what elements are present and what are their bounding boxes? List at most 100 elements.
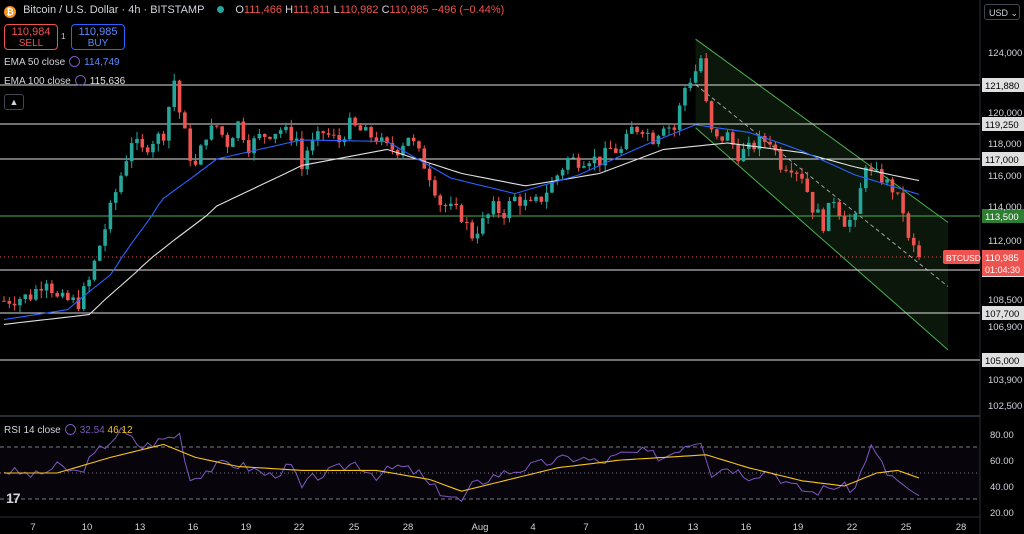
candle-body[interactable] bbox=[427, 168, 432, 181]
candle-body[interactable] bbox=[28, 294, 33, 300]
candle-body[interactable] bbox=[215, 125, 219, 127]
symbol-title[interactable]: Bitcoin / U.S. Dollar · 4h · BITSTAMP bbox=[23, 4, 204, 16]
candle-body[interactable] bbox=[672, 127, 677, 130]
candle-body[interactable] bbox=[284, 126, 288, 131]
candle-body[interactable] bbox=[18, 299, 22, 306]
candle-body[interactable] bbox=[869, 167, 873, 170]
candle-body[interactable] bbox=[417, 141, 421, 149]
candle-body[interactable] bbox=[571, 157, 576, 159]
candle-body[interactable] bbox=[598, 156, 602, 166]
candle-body[interactable] bbox=[837, 202, 842, 216]
candle-body[interactable] bbox=[97, 245, 102, 261]
candle-body[interactable] bbox=[12, 303, 17, 306]
candle-body[interactable] bbox=[566, 158, 570, 170]
candle-body[interactable] bbox=[640, 132, 645, 134]
candle-body[interactable] bbox=[725, 132, 730, 141]
ema50-legend[interactable]: EMA 50 close 114,749 bbox=[4, 56, 120, 68]
candle-body[interactable] bbox=[348, 117, 352, 140]
candle-body[interactable] bbox=[2, 300, 6, 302]
candle-body[interactable] bbox=[885, 179, 889, 183]
candle-body[interactable] bbox=[736, 144, 740, 162]
candle-body[interactable] bbox=[34, 288, 38, 300]
candle-body[interactable] bbox=[911, 237, 916, 246]
candle-body[interactable] bbox=[794, 172, 799, 174]
candle-body[interactable] bbox=[768, 141, 772, 145]
candle-body[interactable] bbox=[443, 205, 448, 207]
candle-body[interactable] bbox=[810, 191, 815, 213]
candle-body[interactable] bbox=[332, 134, 336, 136]
candle-body[interactable] bbox=[693, 71, 698, 83]
candle-body[interactable] bbox=[880, 169, 884, 183]
candle-body[interactable] bbox=[832, 202, 836, 204]
candle-body[interactable] bbox=[539, 196, 544, 202]
candle-body[interactable] bbox=[592, 156, 597, 164]
candle-body[interactable] bbox=[704, 58, 709, 102]
candle-body[interactable] bbox=[71, 297, 75, 301]
candle-body[interactable] bbox=[789, 170, 794, 173]
candle-body[interactable] bbox=[481, 218, 485, 234]
candle-body[interactable] bbox=[544, 192, 549, 202]
visibility-icon[interactable] bbox=[69, 56, 81, 67]
candle-body[interactable] bbox=[236, 121, 240, 139]
candle-body[interactable] bbox=[454, 203, 458, 206]
candle-body[interactable] bbox=[731, 132, 735, 145]
candle-body[interactable] bbox=[87, 279, 91, 287]
candle-body[interactable] bbox=[113, 192, 118, 203]
candle-body[interactable] bbox=[906, 213, 911, 238]
candle-body[interactable] bbox=[209, 125, 214, 140]
candle-body[interactable] bbox=[842, 215, 847, 227]
tradingview-logo[interactable]: 17 bbox=[6, 490, 21, 506]
candle-body[interactable] bbox=[560, 169, 565, 176]
candle-body[interactable] bbox=[108, 202, 113, 230]
candle-body[interactable] bbox=[422, 148, 427, 169]
candle-body[interactable] bbox=[406, 137, 411, 146]
candle-body[interactable] bbox=[103, 229, 107, 246]
candle-body[interactable] bbox=[874, 169, 879, 171]
candle-body[interactable] bbox=[821, 209, 826, 231]
candle-body[interactable] bbox=[257, 133, 262, 139]
candle-body[interactable] bbox=[305, 150, 310, 170]
candle-body[interactable] bbox=[645, 132, 650, 134]
candle-body[interactable] bbox=[44, 283, 49, 291]
candle-body[interactable] bbox=[23, 294, 28, 300]
candle-body[interactable] bbox=[129, 143, 134, 162]
candle-body[interactable] bbox=[491, 201, 496, 215]
candle-body[interactable] bbox=[582, 166, 586, 168]
candle-body[interactable] bbox=[204, 139, 208, 146]
candle-body[interactable] bbox=[135, 138, 139, 144]
candle-body[interactable] bbox=[55, 293, 59, 297]
candle-body[interactable] bbox=[172, 80, 177, 108]
candle-body[interactable] bbox=[92, 260, 97, 280]
candle-body[interactable] bbox=[512, 196, 517, 202]
visibility-icon[interactable] bbox=[74, 75, 86, 86]
candle-body[interactable] bbox=[145, 147, 150, 153]
candle-body[interactable] bbox=[720, 136, 724, 141]
candle-body[interactable] bbox=[411, 137, 416, 142]
candle-body[interactable] bbox=[161, 133, 166, 141]
candle-body[interactable] bbox=[826, 202, 831, 231]
candle-body[interactable] bbox=[188, 128, 192, 161]
candle-body[interactable] bbox=[193, 160, 198, 165]
candle-body[interactable] bbox=[667, 127, 671, 129]
candle-body[interactable] bbox=[262, 133, 267, 137]
candle-body[interactable] bbox=[66, 292, 70, 301]
candle-body[interactable] bbox=[459, 205, 464, 222]
candle-body[interactable] bbox=[294, 138, 299, 141]
candle-body[interactable] bbox=[624, 133, 629, 150]
candle-body[interactable] bbox=[778, 150, 783, 170]
candle-body[interactable] bbox=[784, 169, 788, 171]
candle-body[interactable] bbox=[629, 126, 634, 134]
candle-body[interactable] bbox=[124, 161, 129, 176]
candle-body[interactable] bbox=[709, 101, 714, 130]
candle-body[interactable] bbox=[507, 201, 512, 219]
candle-body[interactable] bbox=[225, 134, 230, 147]
candle-body[interactable] bbox=[300, 138, 304, 170]
candle-body[interactable] bbox=[619, 149, 623, 153]
ema100-legend[interactable]: EMA 100 close 115,636 bbox=[4, 75, 125, 87]
candle-body[interactable] bbox=[167, 107, 171, 141]
candle-body[interactable] bbox=[741, 148, 746, 162]
candle-body[interactable] bbox=[576, 157, 581, 168]
candle-body[interactable] bbox=[369, 127, 373, 138]
currency-selector[interactable]: USD ⌄ bbox=[984, 4, 1020, 20]
candle-body[interactable] bbox=[358, 125, 363, 131]
